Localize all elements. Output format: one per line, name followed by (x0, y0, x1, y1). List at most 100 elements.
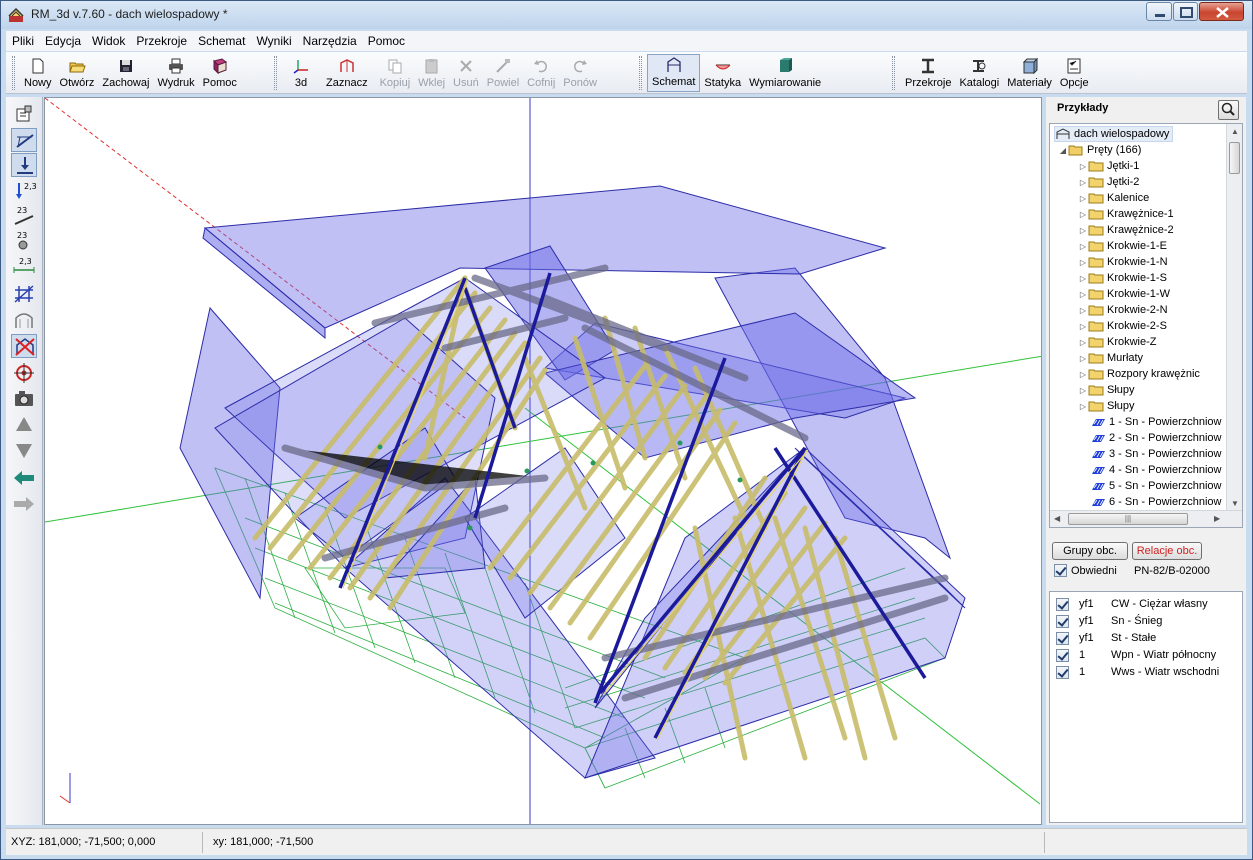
open-button[interactable]: Otwórz (56, 54, 99, 92)
help-button[interactable]: Pomoc (199, 54, 241, 92)
search-button[interactable] (1218, 100, 1239, 120)
print-button[interactable]: Wydruk (153, 54, 198, 92)
load-case-checkbox[interactable] (1056, 665, 1069, 679)
expand-icon[interactable]: ▷ (1078, 242, 1088, 251)
redo-button[interactable]: Ponów (559, 54, 601, 92)
tree-folder-item[interactable]: ▷ Krokwie-2-N (1078, 302, 1168, 318)
load-case-row[interactable]: yf1 CW - Ciężar własny (1056, 596, 1208, 612)
move-left-button[interactable] (11, 466, 37, 490)
move-right-button[interactable] (11, 492, 37, 516)
tree-horizontal-scrollbar[interactable]: ◀ ||| ▶ (1050, 510, 1242, 527)
minimize-button[interactable] (1146, 2, 1172, 21)
expand-icon[interactable]: ▷ (1078, 370, 1088, 379)
expand-icon[interactable]: ▷ (1078, 258, 1088, 267)
close-button[interactable] (1199, 2, 1244, 21)
scroll-up-icon[interactable]: ▲ (1231, 127, 1239, 136)
load-case-row[interactable]: yf1 Sn - Śnieg (1056, 613, 1162, 629)
catalogs-button[interactable]: Katalogi (955, 54, 1003, 92)
tree-folder-item[interactable]: ▷ Krokwie-1-N (1078, 254, 1168, 270)
expand-icon[interactable]: ▷ (1078, 338, 1088, 347)
delete-button[interactable]: Usuń (449, 54, 483, 92)
expand-icon[interactable]: ▷ (1078, 178, 1088, 187)
expand-icon[interactable]: ▷ (1078, 226, 1088, 235)
load-case-checkbox[interactable] (1056, 614, 1069, 628)
expand-icon[interactable]: ▷ (1078, 354, 1088, 363)
tree-surface-load-item[interactable]: 4 - Sn - Powierzchniow (1090, 462, 1222, 478)
move-down-button[interactable] (11, 438, 37, 462)
menu-schemat[interactable]: Schemat (192, 31, 250, 51)
scroll-down-icon[interactable]: ▼ (1231, 499, 1239, 508)
dimension-2-3-button[interactable]: 2,3 (11, 254, 37, 278)
menu-widok[interactable]: Widok (86, 31, 130, 51)
load-case-row[interactable]: yf1 St - Stałe (1056, 630, 1156, 646)
tree-group-prety[interactable]: ◢ Pręty (166) (1058, 142, 1142, 158)
load-groups-button[interactable]: Grupy obc. (1052, 542, 1128, 560)
load-cases-list[interactable]: yf1 CW - Ciężar własny yf1 Sn - Śnieg yf1 St … (1049, 591, 1243, 823)
expand-icon[interactable]: ▷ (1078, 194, 1088, 203)
tree-folder-item[interactable]: ▷ Murłaty (1078, 350, 1143, 366)
tree-surface-load-item[interactable]: 5 - Sn - Powierzchniow (1090, 478, 1222, 494)
menu-narzedzia[interactable]: Narzędzia (297, 31, 362, 51)
tree-folder-item[interactable]: ▷ Krokwie-1-E (1078, 238, 1167, 254)
maximize-button[interactable] (1173, 2, 1198, 21)
expand-icon[interactable]: ▷ (1078, 386, 1088, 395)
tree-surface-load-item[interactable]: 6 - Sn - Powierzchniow (1090, 494, 1222, 510)
camera-button[interactable] (11, 387, 37, 411)
envelopes-checkbox-row[interactable]: Obwiedni (1054, 564, 1117, 577)
scroll-left-icon[interactable]: ◀ (1054, 514, 1060, 523)
sections-button[interactable]: Przekroje (901, 54, 955, 92)
tree-folder-item[interactable]: ▷ Krokwie-2-S (1078, 318, 1167, 334)
save-button[interactable]: Zachowaj (98, 54, 153, 92)
tree-vertical-scrollbar[interactable]: ▲ ▼ (1226, 124, 1242, 511)
dimensioning-button[interactable]: Wymiarowanie (745, 54, 825, 92)
grid-frame-button[interactable] (11, 282, 37, 306)
model-viewport[interactable] (44, 97, 1042, 825)
schema-button[interactable]: Schemat (647, 54, 701, 92)
materials-button[interactable]: Materiały (1003, 54, 1056, 92)
duplicate-button[interactable]: Powiel (483, 54, 523, 92)
tree-folder-item[interactable]: ▷ Krawężnice-1 (1078, 206, 1174, 222)
tree-folder-item[interactable]: ▷ Jętki-1 (1078, 158, 1139, 174)
menu-pomoc[interactable]: Pomoc (362, 31, 410, 51)
tree-folder-item[interactable]: ▷ Słupy (1078, 398, 1135, 414)
toolbar-grip[interactable] (892, 56, 895, 90)
select-button[interactable]: Zaznacz (318, 54, 376, 92)
tree-folder-item[interactable]: ▷ Krokwie-Z (1078, 334, 1157, 350)
tree-folder-item[interactable]: ▷ Słupy (1078, 382, 1135, 398)
new-button[interactable]: Nowy (20, 54, 56, 92)
paste-button[interactable]: Wklej (414, 54, 449, 92)
tree-folder-item[interactable]: ▷ Jętki-2 (1078, 174, 1139, 190)
tree-folder-item[interactable]: ▷ Krokwie-1-W (1078, 286, 1170, 302)
load-case-row[interactable]: 1 Wws - Wiatr wschodni (1056, 664, 1219, 680)
tree-surface-load-item[interactable]: 3 - Sn - Powierzchniow (1090, 446, 1222, 462)
tree-folder-item[interactable]: ▷ Kalenice (1078, 190, 1149, 206)
menu-przekroje[interactable]: Przekroje (130, 31, 192, 51)
statics-button[interactable]: Statyka (700, 54, 745, 92)
support-button[interactable] (11, 153, 37, 177)
envelopes-checkbox[interactable] (1054, 564, 1067, 577)
load-relations-button[interactable]: Relacje obc. (1132, 542, 1202, 560)
bar-tool-button[interactable] (11, 128, 37, 152)
delete-frame-button[interactable] (11, 334, 37, 358)
toolbar-grip[interactable] (639, 56, 642, 90)
expand-icon[interactable]: ▷ (1078, 210, 1088, 219)
model-tree[interactable]: dach wielospadowy ◢ Pręty (166) ▷ Jętki-1… (1049, 123, 1243, 528)
scroll-thumb[interactable] (1229, 142, 1240, 174)
load-case-checkbox[interactable] (1056, 648, 1069, 662)
menu-pliki[interactable]: Pliki (6, 31, 39, 51)
expand-icon[interactable]: ▷ (1078, 306, 1088, 315)
load-case-checkbox[interactable] (1056, 597, 1069, 611)
target-button[interactable] (11, 361, 37, 385)
properties-button[interactable] (11, 103, 37, 127)
expand-icon[interactable]: ▷ (1078, 162, 1088, 171)
view-3d-button[interactable]: 3d (284, 54, 318, 92)
load-23-line-button[interactable]: 23 (11, 204, 37, 228)
load-case-row[interactable]: 1 Wpn - Wiatr północny (1056, 647, 1216, 663)
menu-edycja[interactable]: Edycja (39, 31, 86, 51)
options-button[interactable]: Opcje (1056, 54, 1093, 92)
move-up-button[interactable] (11, 413, 37, 437)
toolbar-grip[interactable] (274, 56, 277, 90)
tree-folder-item[interactable]: ▷ Krawężnice-2 (1078, 222, 1174, 238)
arc-frame-button[interactable] (11, 308, 37, 332)
load-23-point-button[interactable]: 23 (11, 229, 37, 253)
